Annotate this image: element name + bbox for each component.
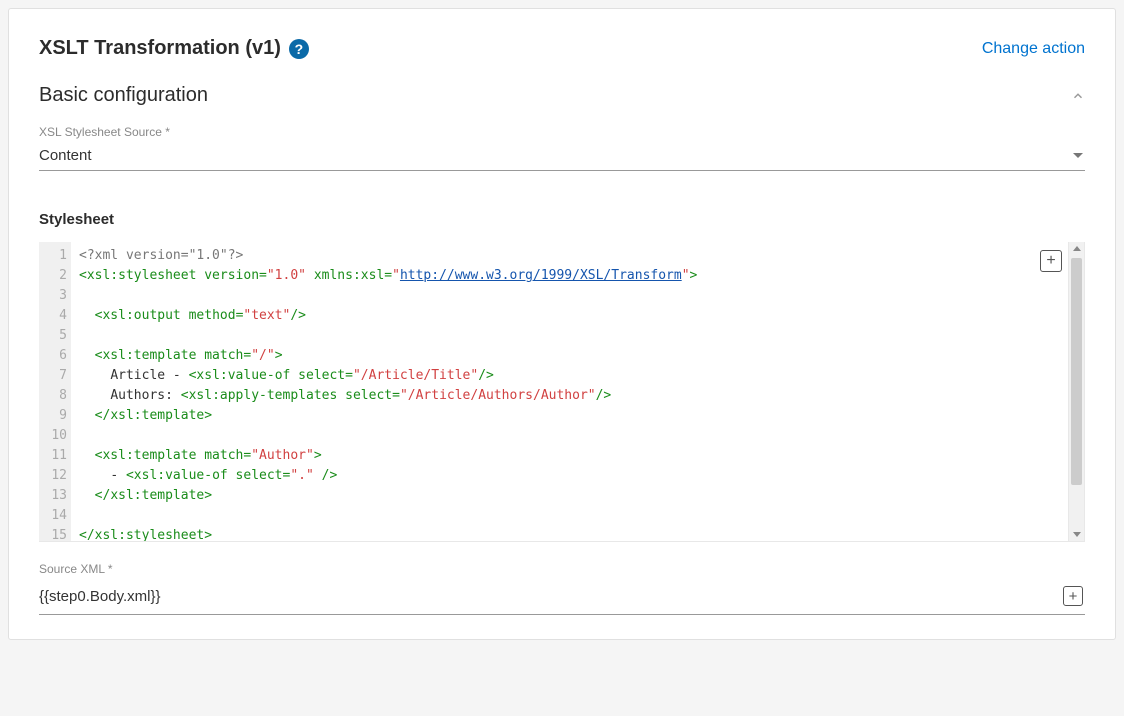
help-icon[interactable]: ? — [289, 39, 309, 59]
editor-scrollbar[interactable] — [1068, 242, 1084, 541]
line-number: 6 — [39, 346, 67, 366]
line-number: 12 — [39, 466, 67, 486]
section-header[interactable]: Basic configuration — [39, 84, 1085, 107]
dropdown-caret-icon — [1073, 153, 1083, 158]
editor-code[interactable]: <?xml version="1.0"?><xsl:stylesheet ver… — [71, 242, 1068, 541]
line-number: 9 — [39, 406, 67, 426]
action-title-text: XSLT Transformation (v1) — [39, 37, 281, 60]
line-number: 13 — [39, 486, 67, 506]
line-number: 1 — [39, 246, 67, 266]
line-number: 11 — [39, 446, 67, 466]
line-number: 4 — [39, 306, 67, 326]
config-card: XSLT Transformation (v1) ? Change action… — [8, 8, 1116, 640]
section-title: Basic configuration — [39, 84, 208, 107]
line-number: 8 — [39, 386, 67, 406]
stylesheet-label: Stylesheet — [39, 211, 1085, 228]
source-xml-input[interactable]: {{step0.Body.xml}} + — [39, 578, 1085, 615]
source-xml-value: {{step0.Body.xml}} — [39, 588, 160, 605]
plus-icon: + — [1069, 588, 1078, 605]
plus-icon: + — [1046, 252, 1055, 270]
line-number: 2 — [39, 266, 67, 286]
xsl-source-label: XSL Stylesheet Source * — [39, 125, 1085, 139]
line-number: 15 — [39, 526, 67, 546]
line-number: 5 — [39, 326, 67, 346]
xsl-source-value: Content — [39, 147, 92, 164]
chevron-up-icon[interactable] — [1071, 89, 1085, 103]
action-title: XSLT Transformation (v1) ? — [39, 37, 309, 60]
expand-editor-button[interactable]: + — [1040, 250, 1062, 272]
add-variable-button[interactable]: + — [1063, 586, 1083, 606]
change-action-link[interactable]: Change action — [982, 40, 1085, 58]
xsl-source-select[interactable]: Content — [39, 141, 1085, 171]
scroll-down-icon[interactable] — [1073, 532, 1081, 537]
line-number: 14 — [39, 506, 67, 526]
editor-gutter: 1 2 3 4 5 6 7 8 9 10 11 12 13 14 15 — [39, 242, 71, 541]
source-xml-label: Source XML * — [39, 562, 1085, 576]
line-number: 10 — [39, 426, 67, 446]
line-number: 3 — [39, 286, 67, 306]
line-number: 7 — [39, 366, 67, 386]
stylesheet-editor[interactable]: 1 2 3 4 5 6 7 8 9 10 11 12 13 14 15 <?xm… — [39, 242, 1085, 542]
header-row: XSLT Transformation (v1) ? Change action — [39, 37, 1085, 60]
scroll-thumb[interactable] — [1071, 258, 1082, 485]
scroll-up-icon[interactable] — [1073, 246, 1081, 251]
